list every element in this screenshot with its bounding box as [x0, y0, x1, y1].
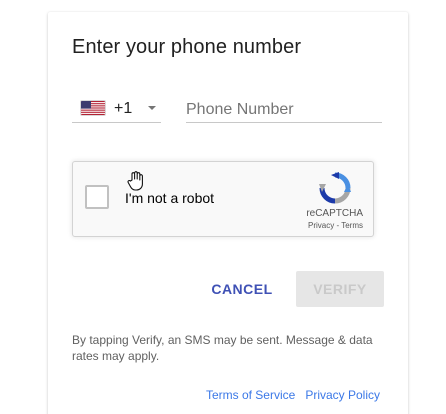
footer-links: Terms of Service Privacy Policy: [206, 388, 380, 402]
privacy-policy-link[interactable]: Privacy Policy: [305, 388, 380, 402]
chevron-down-icon: [148, 106, 156, 110]
page-title: Enter your phone number: [72, 36, 302, 58]
verify-button[interactable]: VERIFY: [296, 271, 384, 307]
sms-disclaimer: By tapping Verify, an SMS may be sent. M…: [72, 333, 373, 363]
recaptcha-label: I'm not a robot: [125, 190, 215, 206]
recaptcha-brand: reCAPTCHA: [306, 208, 363, 219]
recaptcha-checkbox[interactable]: [85, 185, 109, 209]
country-code-select[interactable]: +1: [72, 96, 161, 123]
recaptcha-terms-link[interactable]: Terms: [341, 221, 363, 230]
dial-code: +1: [114, 100, 133, 117]
terms-of-service-link[interactable]: Terms of Service: [206, 388, 295, 402]
phone-auth-card: Enter your phone number +1 Phone Number …: [48, 12, 408, 414]
cancel-button[interactable]: CANCEL: [206, 271, 278, 307]
recaptcha-logo-icon: [319, 172, 351, 204]
recaptcha-links: Privacy - Terms: [273, 221, 363, 230]
recaptcha-privacy-link[interactable]: Privacy: [308, 221, 334, 230]
phone-number-input[interactable]: [186, 98, 382, 123]
page: Enter your phone number +1 Phone Number …: [0, 0, 446, 414]
recaptcha-widget: I'm not a robot reCAPTCHA Privacy - Term…: [72, 161, 374, 237]
us-flag-icon: [81, 101, 105, 115]
